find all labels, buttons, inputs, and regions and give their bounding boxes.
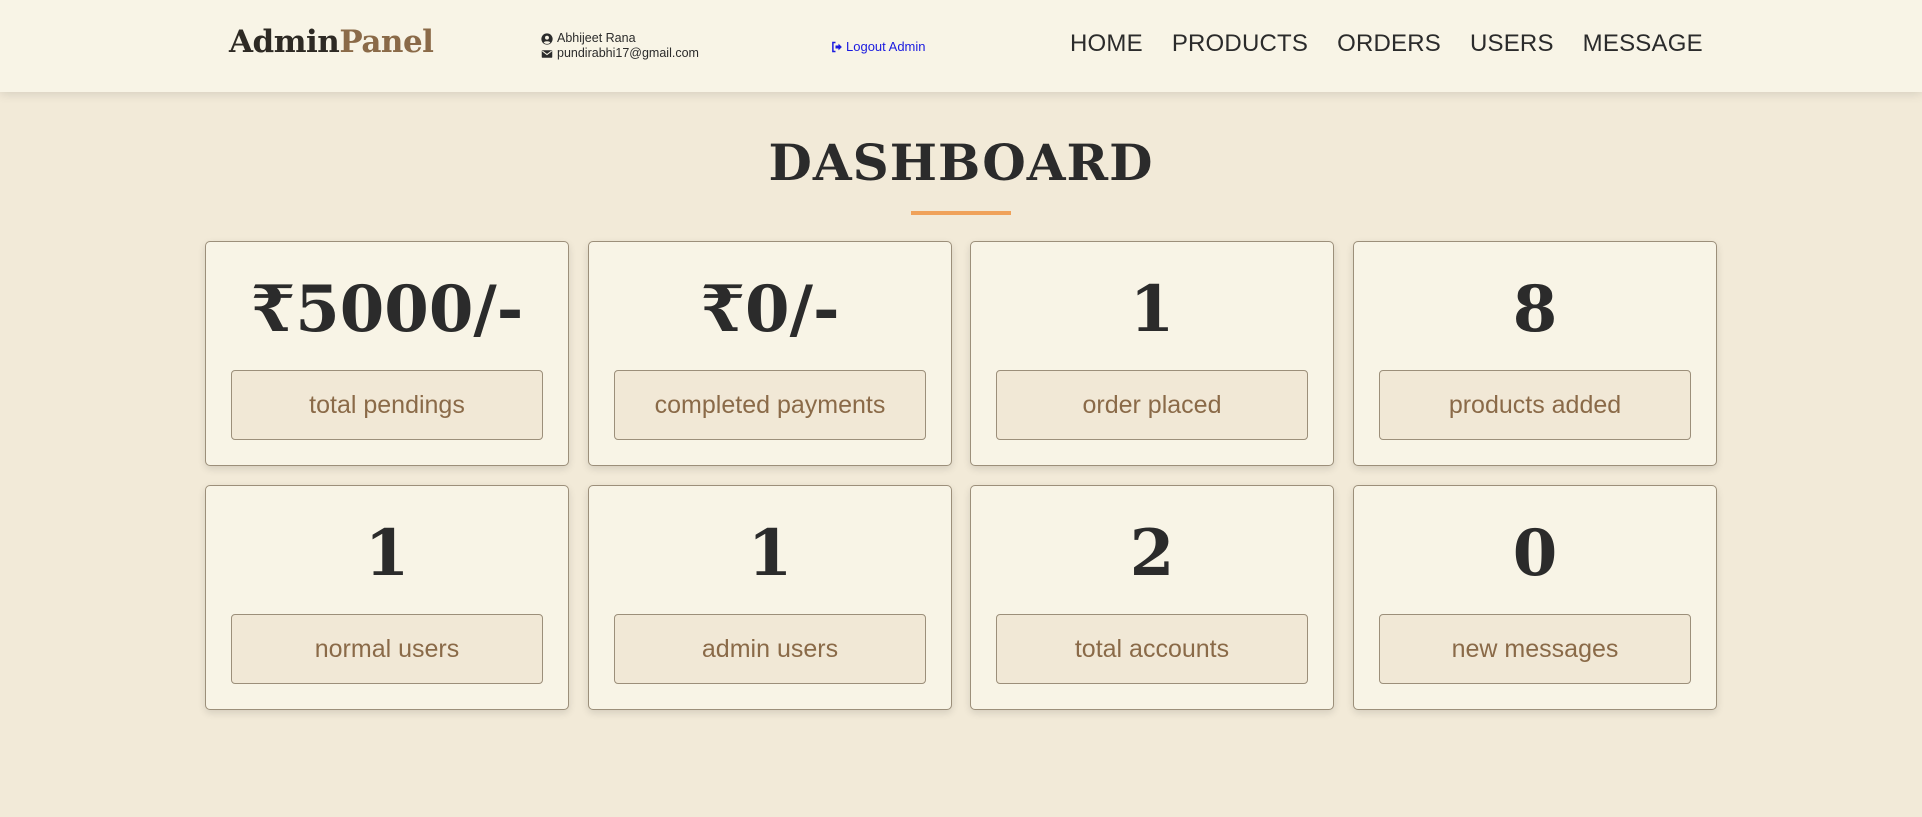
logout-admin-link[interactable]: Logout Admin xyxy=(831,39,926,54)
card-value: 0 xyxy=(1512,516,1558,591)
logo-panel-text: Panel xyxy=(339,24,434,60)
page-title: DASHBOARD xyxy=(768,133,1154,192)
card-normal-users: 1 normal users xyxy=(205,485,569,710)
card-value: ₹5000/- xyxy=(250,272,524,347)
card-value: 8 xyxy=(1512,272,1558,347)
card-value: 2 xyxy=(1129,516,1175,591)
card-value: 1 xyxy=(364,516,410,591)
title-underline xyxy=(911,211,1011,215)
card-label-button[interactable]: total pendings xyxy=(231,370,543,440)
user-email: pundirabhi17@gmail.com xyxy=(557,46,699,60)
card-products-added: 8 products added xyxy=(1353,241,1717,466)
logo-admin-text: Admin xyxy=(229,24,340,60)
card-total-pendings: ₹5000/- total pendings xyxy=(205,241,569,466)
card-order-placed: 1 order placed xyxy=(970,241,1334,466)
card-admin-users: 1 admin users xyxy=(588,485,952,710)
card-label-button[interactable]: new messages xyxy=(1379,614,1691,684)
logo[interactable]: AdminPanel xyxy=(229,24,434,60)
sign-out-icon xyxy=(832,41,842,52)
top-header: AdminPanel Abhijeet Rana pundirabhi17@gm… xyxy=(0,0,1922,92)
card-label-button[interactable]: products added xyxy=(1379,370,1691,440)
card-completed-payments: ₹0/- completed payments xyxy=(588,241,952,466)
logout-label: Logout Admin xyxy=(846,39,926,54)
nav-products[interactable]: PRODUCTS xyxy=(1172,30,1308,58)
user-name: Abhijeet Rana xyxy=(557,31,636,45)
nav-message[interactable]: MESSAGE xyxy=(1583,30,1703,58)
envelope-icon xyxy=(541,49,553,58)
nav-home[interactable]: HOME xyxy=(1070,30,1143,58)
user-name-row: Abhijeet Rana xyxy=(541,31,699,46)
card-label-button[interactable]: order placed xyxy=(996,370,1308,440)
user-circle-icon xyxy=(541,32,553,45)
user-email-row: pundirabhi17@gmail.com xyxy=(541,46,699,61)
card-label-button[interactable]: total accounts xyxy=(996,614,1308,684)
card-label-button[interactable]: completed payments xyxy=(614,370,926,440)
card-value: 1 xyxy=(1129,272,1175,347)
card-total-accounts: 2 total accounts xyxy=(970,485,1334,710)
main-nav: HOME PRODUCTS ORDERS USERS MESSAGE xyxy=(1070,30,1703,58)
card-label-button[interactable]: admin users xyxy=(614,614,926,684)
user-info: Abhijeet Rana pundirabhi17@gmail.com xyxy=(541,31,699,61)
nav-users[interactable]: USERS xyxy=(1470,30,1554,58)
nav-orders[interactable]: ORDERS xyxy=(1337,30,1441,58)
card-label-button[interactable]: normal users xyxy=(231,614,543,684)
card-new-messages: 0 new messages xyxy=(1353,485,1717,710)
card-value: 1 xyxy=(747,516,793,591)
card-value: ₹0/- xyxy=(700,272,840,347)
